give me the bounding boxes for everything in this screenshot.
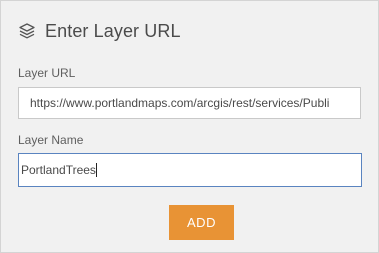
- layer-name-label: Layer Name: [18, 133, 84, 147]
- add-layer-panel: Enter Layer URL Layer URL https://www.po…: [0, 0, 379, 253]
- layer-url-input[interactable]: https://www.portlandmaps.com/arcgis/rest…: [18, 87, 361, 119]
- layers-icon: [18, 22, 36, 40]
- layer-name-value: PortlandTrees: [21, 163, 96, 177]
- layer-url-value: https://www.portlandmaps.com/arcgis/rest…: [30, 96, 330, 110]
- panel-header: Enter Layer URL: [18, 20, 181, 42]
- panel-title: Enter Layer URL: [45, 20, 181, 41]
- layer-url-label: Layer URL: [18, 66, 76, 80]
- add-button[interactable]: ADD: [169, 205, 234, 240]
- text-caret: [95, 163, 97, 177]
- layer-name-input[interactable]: PortlandTrees: [18, 153, 362, 187]
